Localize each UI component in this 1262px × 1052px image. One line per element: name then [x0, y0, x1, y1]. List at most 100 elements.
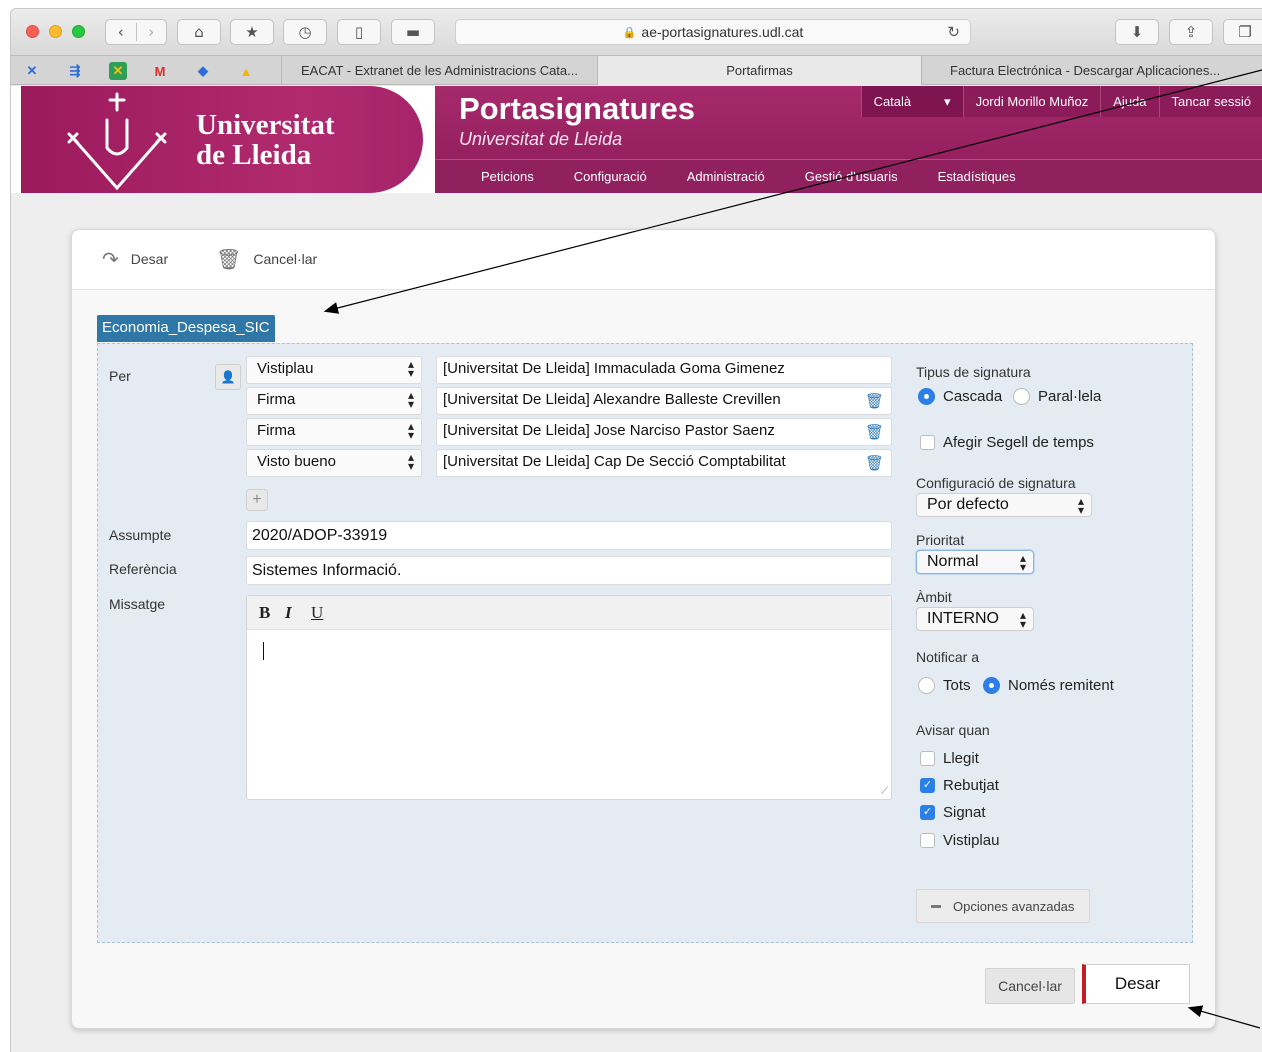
italic-button[interactable]: I — [285, 603, 311, 623]
favorite-gmail-icon[interactable]: M — [151, 62, 169, 80]
university-logo[interactable]: Universitat de Lleida — [21, 86, 423, 193]
reference-field[interactable]: Sistemes Informació. — [246, 556, 892, 585]
warn-signed-label: Signat — [943, 804, 986, 821]
logo-text-line2: de Lleida — [196, 139, 312, 171]
history-icon[interactable]: ◷ — [283, 19, 327, 45]
tabs-overview-icon[interactable]: ❐ — [1223, 19, 1262, 45]
warn-rejected-checkbox[interactable]: ✓ — [920, 778, 935, 793]
app-header: Portasignatures Universitat de Lleida Ca… — [435, 86, 1262, 193]
app-subtitle: Universitat de Lleida — [459, 129, 623, 149]
notify-sender-radio[interactable] — [983, 677, 1000, 694]
tab-eacat[interactable]: EACAT - Extranet de les Administracions … — [281, 56, 597, 85]
updown-arrows-icon: ▴ ▾ — [407, 419, 414, 442]
delete-signer-icon[interactable]: 🗑 — [865, 454, 884, 472]
signer-type-select[interactable]: Visto bueno ▴ ▾ — [246, 449, 422, 477]
share-icon[interactable]: ⇪ — [1169, 19, 1213, 45]
tab-portafirmas[interactable]: Portafirmas — [597, 56, 921, 85]
nav-configuracio[interactable]: Configuració — [554, 160, 667, 193]
config-label: Configuració de signatura — [916, 475, 1076, 491]
favorite-dropbox-icon[interactable]: ◆ — [194, 62, 212, 80]
delete-signer-icon[interactable]: 🗑 — [865, 423, 884, 441]
updown-arrows-icon: ▴ ▾ — [407, 388, 414, 411]
favorite-jira-icon[interactable]: ⇶ — [66, 62, 84, 80]
warn-read-label: Llegit — [943, 750, 979, 767]
main-content: ↷ Desar 🗑 Cancel·lar Economia_Despesa_SI… — [11, 193, 1262, 1052]
sign-type-parallel-radio[interactable] — [1013, 388, 1030, 405]
person-icon[interactable]: 👤 — [215, 364, 241, 390]
warn-rejected-label: Rebutjat — [943, 777, 999, 794]
add-signer-button[interactable]: + — [246, 489, 268, 511]
favorite-confluence-icon[interactable]: ✕ — [23, 62, 41, 80]
message-editor[interactable]: B I U ⟋ — [246, 595, 892, 800]
nav-gestio-usuaris[interactable]: Gestió d'usuaris — [785, 160, 918, 193]
sidebar-icon[interactable]: ▯ — [337, 19, 381, 45]
subject-field[interactable]: 2020/ADOP-33919 — [246, 521, 892, 550]
signer-name-field[interactable]: [Universitat De Lleida] Alexandre Balles… — [436, 387, 892, 415]
download-icon[interactable]: ⬇ — [1115, 19, 1159, 45]
save-toolbar-button[interactable]: ↷ Desar — [102, 246, 168, 272]
signer-name-field[interactable]: [Universitat De Lleida] Immaculada Goma … — [436, 356, 892, 384]
config-value: Por defecto — [927, 496, 1009, 513]
bookmarks-icon[interactable]: ★ — [230, 19, 274, 45]
signer-type-value: Vistiplau — [257, 360, 314, 377]
user-menu[interactable]: Jordi Morillo Muñoz — [962, 86, 1101, 117]
signer-name-field[interactable]: [Universitat De Lleida] Jose Narciso Pas… — [436, 418, 892, 446]
minimize-window-button[interactable] — [49, 25, 62, 38]
print-icon[interactable]: ▬ — [391, 19, 435, 45]
cancel-button[interactable]: Cancel·lar — [985, 968, 1075, 1004]
cancel-toolbar-button[interactable]: 🗑 Cancel·lar — [216, 246, 317, 272]
config-select[interactable]: Por defecto ▴ ▾ — [916, 493, 1092, 517]
warn-read-checkbox[interactable] — [920, 751, 935, 766]
close-window-button[interactable] — [26, 25, 39, 38]
text-cursor — [263, 642, 264, 660]
lock-icon: 🔒 — [622, 26, 637, 39]
help-link[interactable]: Ajuda — [1100, 86, 1159, 117]
underline-button[interactable]: U — [311, 603, 337, 623]
updown-arrows-icon: ▴ ▾ — [407, 357, 414, 380]
tab-factura[interactable]: Factura Electrónica - Descargar Aplicaci… — [921, 56, 1262, 85]
warn-signed-checkbox[interactable]: ✓ — [920, 805, 935, 820]
advanced-options-button[interactable]: Opciones avanzadas — [916, 889, 1090, 923]
forward-icon[interactable]: › — [135, 23, 167, 41]
message-label: Missatge — [109, 596, 166, 612]
signer-type-select[interactable]: Firma ▴ ▾ — [246, 418, 422, 446]
cancel-toolbar-label: Cancel·lar — [253, 251, 318, 267]
tab-bar: ✕ ⇶ ✕ M ◆ ▲ EACAT - Extranet de les Admi… — [11, 55, 1262, 85]
app-title: Portasignatures — [459, 91, 696, 126]
nav-peticions[interactable]: Peticions — [461, 160, 554, 193]
delete-signer-icon[interactable]: 🗑 — [865, 392, 884, 410]
main-nav: Peticions Configuració Administració Ges… — [435, 159, 1262, 193]
resize-grip-icon[interactable]: ⟋ — [881, 786, 888, 797]
favorite-sheets-icon[interactable]: ✕ — [109, 62, 127, 80]
address-bar[interactable]: 🔒 ae-portasignatures.udl.cat ↻ — [455, 19, 971, 45]
signer-type-value: Visto bueno — [257, 453, 336, 470]
timestamp-label: Afegir Segell de temps — [943, 434, 1094, 451]
warn-approved-checkbox[interactable] — [920, 833, 935, 848]
scope-select[interactable]: INTERNO ▴ ▾ — [916, 607, 1034, 631]
reload-icon[interactable]: ↻ — [947, 23, 960, 41]
signer-type-select[interactable]: Vistiplau ▴ ▾ — [246, 356, 422, 384]
signer-name-field[interactable]: [Universitat De Lleida] Cap De Secció Co… — [436, 449, 892, 477]
logout-link[interactable]: Tancar sessió — [1158, 86, 1262, 117]
sign-type-cascade-radio[interactable] — [918, 388, 935, 405]
language-select[interactable]: Català ▾ — [860, 86, 963, 117]
favorite-drive-icon[interactable]: ▲ — [237, 62, 255, 80]
reference-label: Referència — [109, 561, 177, 577]
notify-all-radio[interactable] — [918, 677, 935, 694]
nav-estadistiques[interactable]: Estadístiques — [918, 160, 1036, 193]
warn-approved-label: Vistiplau — [943, 832, 1000, 849]
home-icon[interactable]: ⌂ — [177, 19, 221, 45]
priority-select[interactable]: Normal ▴ ▾ — [916, 550, 1034, 574]
nav-administracio[interactable]: Administració — [667, 160, 785, 193]
signer-type-select[interactable]: Firma ▴ ▾ — [246, 387, 422, 415]
updown-arrows-icon: ▴ ▾ — [1019, 608, 1026, 631]
back-icon[interactable]: ‹ — [106, 23, 136, 41]
save-button[interactable]: Desar — [1082, 964, 1190, 1004]
warn-label: Avisar quan — [916, 722, 990, 738]
sign-type-parallel-label: Paral·lela — [1038, 388, 1102, 405]
bold-button[interactable]: B — [259, 603, 285, 623]
zoom-window-button[interactable] — [72, 25, 85, 38]
trash-icon: 🗑 — [216, 248, 242, 271]
workflow-tag[interactable]: Economia_Despesa_SIC — [97, 315, 275, 342]
timestamp-checkbox[interactable] — [920, 435, 935, 450]
